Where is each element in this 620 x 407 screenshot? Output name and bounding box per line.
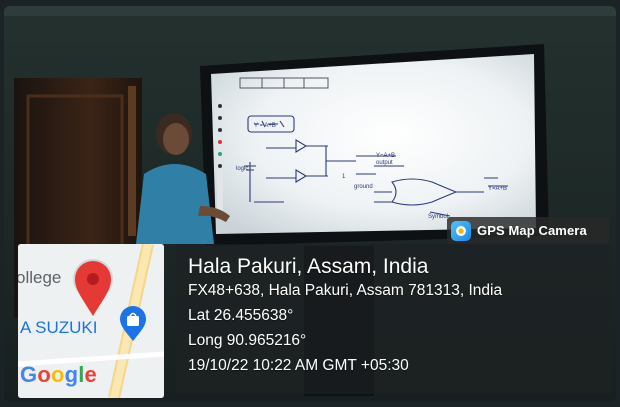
location-title: Hala Pakuri, Assam, India — [188, 255, 429, 278]
location-datetime: 19/10/22 10:22 AM GMT +05:30 — [188, 357, 409, 374]
whiteboard-label-3: Y=A+B — [488, 186, 507, 192]
location-address: FX48+638, Hala Pakuri, Assam 781313, Ind… — [188, 282, 503, 299]
location-longitude: Long 90.965216° — [188, 332, 307, 349]
whiteboard-label-1: Y=A+B — [376, 153, 395, 159]
map-pin-icon — [73, 259, 113, 316]
whiteboard-label-6: logic — [236, 166, 248, 172]
whiteboard-toolbar — [217, 98, 223, 218]
map-place-label-suzuki: A SUZUKI — [20, 318, 98, 337]
map-thumbnail: ollege A SUZUKI Google — [18, 244, 164, 398]
whiteboard-screen — [211, 54, 536, 234]
camera-pin-icon — [451, 220, 471, 241]
gps-camera-label: GPS Map Camera — [477, 223, 587, 238]
location-latitude: Lat 26.455638° — [188, 307, 294, 324]
map-place-label-college: ollege — [18, 268, 62, 287]
google-logo: Google — [20, 362, 97, 387]
whiteboard-label-4: ground — [354, 184, 373, 190]
photo-scene: Y = A+B Y=A+B output Y=A+B ground Symbol… — [0, 0, 620, 407]
gps-camera-badge: GPS Map Camera — [447, 217, 609, 244]
whiteboard-label-5: Symbol — [428, 214, 448, 220]
whiteboard-label-2: output — [376, 160, 393, 166]
shopping-bag-pin-icon — [120, 306, 146, 341]
whiteboard-equation: Y = A+B — [254, 123, 276, 129]
